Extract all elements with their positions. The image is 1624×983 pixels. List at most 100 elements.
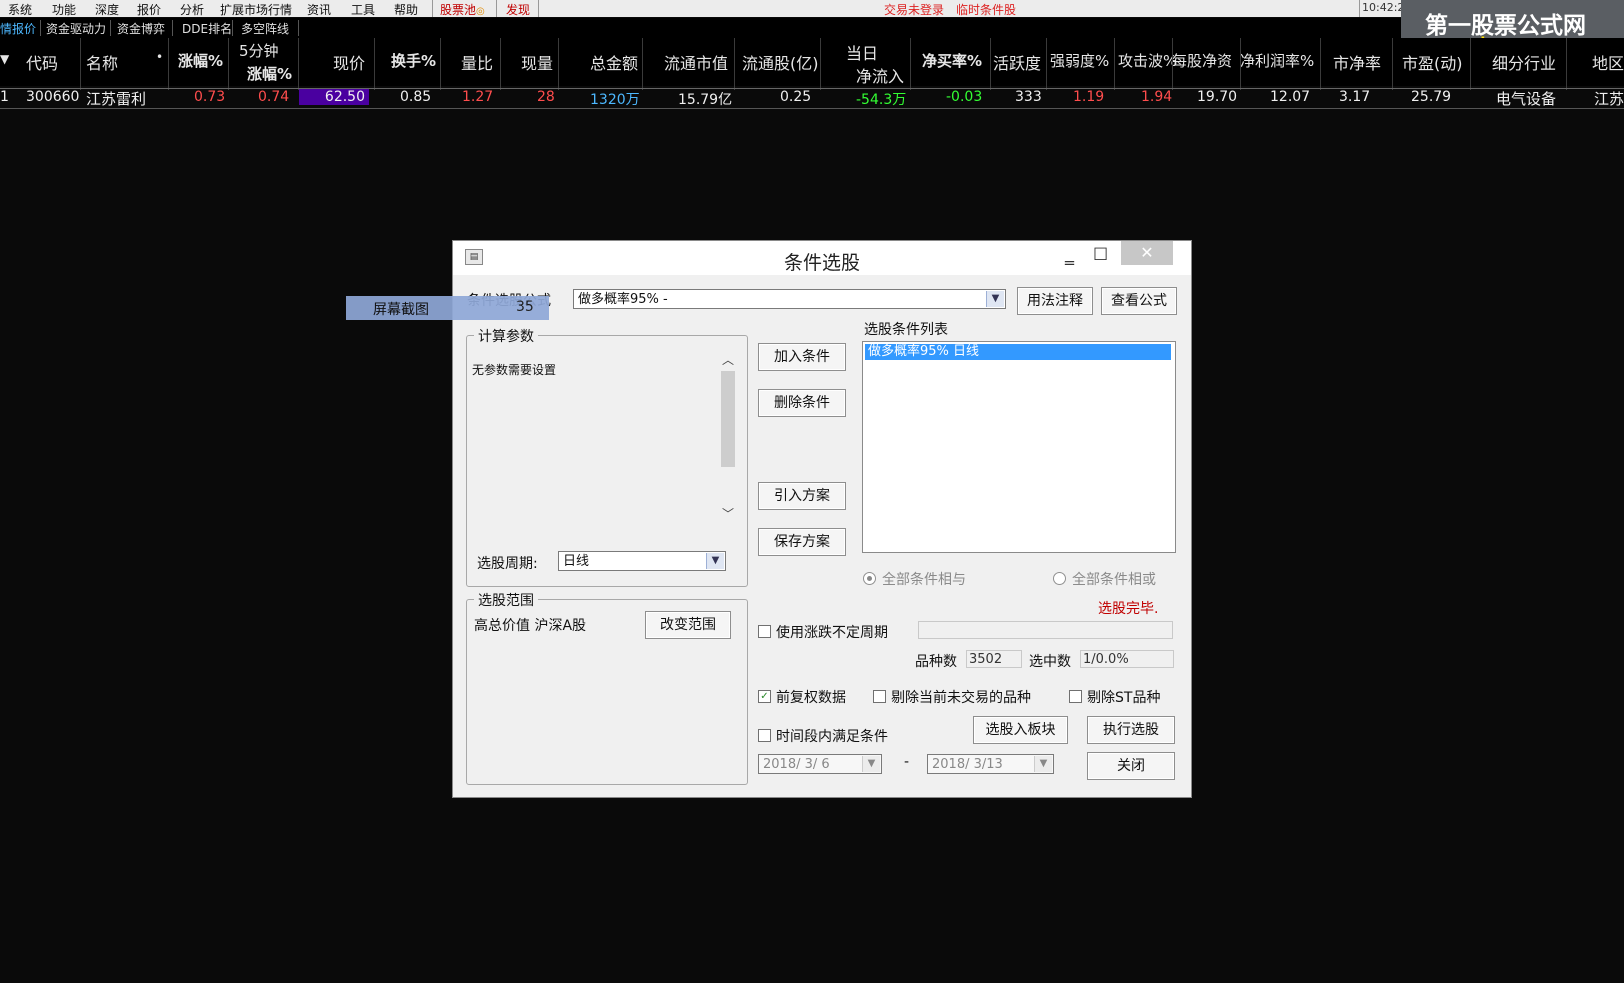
- close-icon[interactable]: ✕: [1121, 241, 1173, 265]
- menu-quote[interactable]: 报价: [137, 1, 161, 18]
- adjusted-data-checkbox[interactable]: ✓: [758, 690, 771, 703]
- col-header-industry[interactable]: 细分行业: [1492, 50, 1556, 74]
- column-divider[interactable]: [374, 38, 375, 90]
- chevron-down-icon[interactable]: ▼: [986, 291, 1004, 307]
- column-divider[interactable]: [910, 38, 911, 90]
- col-header-code[interactable]: 代码: [26, 50, 58, 74]
- maximize-icon[interactable]: ☐: [1093, 245, 1108, 265]
- menu-stock-pool[interactable]: 股票池◎: [440, 1, 485, 18]
- exclude-st-checkbox[interactable]: [1069, 690, 1082, 703]
- column-divider[interactable]: [1566, 38, 1567, 90]
- column-divider[interactable]: [80, 38, 81, 90]
- period-select[interactable]: 日线 ▼: [558, 551, 726, 571]
- col-header-mktcap[interactable]: 流通市值: [664, 50, 728, 74]
- menu-discover[interactable]: 发现: [506, 1, 530, 18]
- column-divider[interactable]: [734, 38, 735, 90]
- col-header-name[interactable]: 名称: [86, 50, 118, 74]
- import-scheme-button[interactable]: 引入方案: [758, 482, 846, 510]
- date-to-picker[interactable]: 2018/ 3/13 ▼: [927, 754, 1054, 774]
- menu-tools[interactable]: 工具: [351, 1, 375, 18]
- column-divider[interactable]: [642, 38, 643, 90]
- col-header-margin[interactable]: 净利润率%: [1240, 50, 1314, 71]
- col-header-pe[interactable]: 市盈(动): [1402, 50, 1463, 74]
- scroll-up-icon[interactable]: ︿: [722, 351, 734, 368]
- column-divider[interactable]: [440, 38, 441, 90]
- col-header-inflow-top[interactable]: 当日: [846, 40, 878, 64]
- col-header-change5-bottom[interactable]: 涨幅%: [247, 63, 292, 84]
- time-range-checkbox[interactable]: [758, 729, 771, 742]
- chevron-down-icon[interactable]: ▼: [862, 756, 880, 772]
- sort-dropdown-icon[interactable]: ▼: [0, 52, 9, 66]
- screenshot-overlay[interactable]: 屏幕截图 35: [346, 296, 549, 320]
- change-range-button[interactable]: 改变范围: [645, 611, 731, 639]
- col-header-attack[interactable]: 攻击波%: [1118, 50, 1177, 71]
- delete-condition-button[interactable]: 删除条件: [758, 389, 846, 417]
- column-divider[interactable]: [228, 38, 229, 90]
- col-header-curvol[interactable]: 现量: [521, 50, 553, 74]
- col-header-volratio[interactable]: 量比: [461, 50, 493, 74]
- menu-function[interactable]: 功能: [52, 1, 76, 18]
- col-header-region[interactable]: 地区: [1592, 50, 1624, 74]
- col-header-bvps[interactable]: 每股净资: [1172, 50, 1232, 71]
- column-divider[interactable]: [1240, 38, 1241, 90]
- column-divider[interactable]: [168, 38, 169, 90]
- col-header-netbuy[interactable]: 净买率%: [922, 50, 982, 71]
- all-or-radio[interactable]: [1053, 572, 1066, 585]
- minimize-icon[interactable]: ‗: [1065, 245, 1074, 266]
- menu-analysis[interactable]: 分析: [180, 1, 204, 18]
- trade-login-status[interactable]: 交易未登录: [884, 1, 944, 18]
- column-divider[interactable]: [1172, 38, 1173, 90]
- tab-dde-rank[interactable]: DDE排名: [182, 20, 232, 37]
- save-scheme-button[interactable]: 保存方案: [758, 528, 846, 556]
- column-divider[interactable]: [298, 38, 299, 90]
- column-divider[interactable]: [1470, 38, 1471, 90]
- dialog-title-bar[interactable]: ▤ 条件选股 ‗ ☐ ✕: [453, 241, 1191, 275]
- run-selection-button[interactable]: 执行选股: [1087, 716, 1175, 744]
- col-header-amount[interactable]: 总金额: [590, 50, 638, 74]
- col-header-shares[interactable]: 流通股(亿): [742, 50, 819, 74]
- column-divider[interactable]: [500, 38, 501, 90]
- column-divider[interactable]: [990, 38, 991, 90]
- close-button[interactable]: 关闭: [1087, 752, 1175, 780]
- tab-quote[interactable]: 情报价: [0, 20, 36, 37]
- condition-list[interactable]: 做多概率95% 日线: [862, 341, 1176, 553]
- scroll-thumb[interactable]: [721, 371, 735, 467]
- column-divider[interactable]: [1320, 38, 1321, 90]
- irregular-period-checkbox[interactable]: [758, 625, 771, 638]
- scroll-down-icon[interactable]: ﹀: [722, 505, 734, 522]
- list-item[interactable]: 做多概率95% 日线: [865, 344, 1171, 360]
- col-header-change5-top[interactable]: 5分钟: [239, 40, 279, 61]
- menu-system[interactable]: 系统: [8, 1, 32, 18]
- chevron-down-icon[interactable]: ▼: [706, 553, 724, 569]
- add-to-block-button[interactable]: 选股入板块: [973, 716, 1068, 744]
- column-divider[interactable]: [1114, 38, 1115, 90]
- menu-news[interactable]: 资讯: [307, 1, 331, 18]
- column-divider[interactable]: [1046, 38, 1047, 90]
- table-row[interactable]: 1 300660 江苏雷利 0.73 0.74 62.50 0.85 1.27 …: [0, 88, 1624, 108]
- tab-fund-game[interactable]: 资金博弈: [117, 20, 165, 37]
- menu-extended-market[interactable]: 扩展市场行情: [220, 1, 292, 18]
- col-header-price[interactable]: 现价: [333, 50, 365, 74]
- all-and-radio[interactable]: [863, 572, 876, 585]
- usage-notes-button[interactable]: 用法注释: [1017, 287, 1093, 315]
- col-header-activity[interactable]: 活跃度: [993, 50, 1041, 74]
- col-header-turnover[interactable]: 换手%: [391, 50, 436, 71]
- column-divider[interactable]: [1392, 38, 1393, 90]
- menu-help[interactable]: 帮助: [394, 1, 418, 18]
- params-scrollbar[interactable]: ︿ ﹀: [719, 351, 737, 523]
- chevron-down-icon[interactable]: ▼: [1034, 756, 1052, 772]
- formula-select[interactable]: 做多概率95% - ▼: [573, 289, 1006, 309]
- col-header-inflow-bottom[interactable]: 净流入: [856, 63, 904, 87]
- menu-depth[interactable]: 深度: [95, 1, 119, 18]
- col-header-pb[interactable]: 市净率: [1333, 50, 1381, 74]
- tab-long-short[interactable]: 多空阵线: [241, 20, 289, 37]
- column-divider[interactable]: [558, 38, 559, 90]
- temp-condition-stocks[interactable]: 临时条件股: [956, 1, 1016, 18]
- column-divider[interactable]: [820, 38, 821, 90]
- date-from-picker[interactable]: 2018/ 3/ 6 ▼: [758, 754, 882, 774]
- exclude-untraded-checkbox[interactable]: [873, 690, 886, 703]
- tab-fund-drive[interactable]: 资金驱动力: [46, 20, 106, 37]
- col-header-strength[interactable]: 强弱度%: [1050, 50, 1109, 71]
- add-condition-button[interactable]: 加入条件: [758, 343, 846, 371]
- view-formula-button[interactable]: 查看公式: [1101, 287, 1177, 315]
